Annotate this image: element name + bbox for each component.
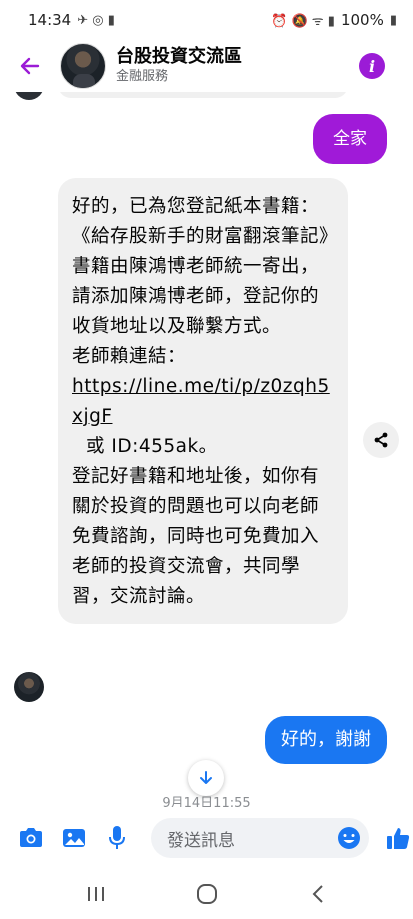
message-input-placeholder: 發送訊息 (167, 830, 235, 851)
system-navigation-bar (0, 868, 413, 919)
message-composer: 發送訊息 (0, 808, 413, 868)
arrow-down-icon (200, 771, 212, 784)
recent-apps-button[interactable] (76, 874, 116, 914)
camera-icon (20, 828, 42, 847)
message-input[interactable]: 發送訊息 (151, 818, 369, 858)
status-bar: 14:34 ✈ ◎ ▮ ⏰ 🔕 ᯤ ▮ 100% ▮ (0, 0, 413, 40)
status-right: ⏰ 🔕 ᯤ ▮ 100% ▮ (271, 11, 397, 29)
message-paragraph: 或 ID:455ak。 (86, 436, 218, 457)
gallery-button[interactable] (59, 823, 89, 853)
battery-level: 100% (340, 11, 384, 29)
like-button[interactable] (383, 823, 413, 853)
share-button[interactable] (363, 422, 399, 458)
message-link[interactable]: https://line.me/ti/p/z0zqh5xjgF (72, 376, 330, 427)
back-arrow-icon (20, 57, 40, 75)
outgoing-message[interactable]: 全家 (313, 114, 387, 164)
message-list[interactable]: 全家 好的，已為您登記紙本書籍：《給存股新手的財富翻滾筆記》 書籍由陳鴻博老師統… (0, 92, 413, 807)
emoji-icon[interactable] (337, 826, 361, 850)
info-icon[interactable]: i (359, 53, 385, 79)
avatar[interactable] (14, 672, 44, 702)
back-button[interactable] (10, 46, 50, 86)
system-back-button[interactable] (298, 874, 338, 914)
avatar (14, 92, 44, 100)
microphone-button[interactable] (102, 823, 132, 853)
home-button[interactable] (187, 874, 227, 914)
notification-icons: ✈ ◎ ▮ (77, 12, 115, 28)
microphone-icon (109, 826, 125, 849)
share-icon (374, 432, 388, 448)
contact-subtitle: 金融服務 (116, 69, 169, 84)
contact-name: 台股投資交流區 (116, 46, 242, 67)
chevron-left-icon (312, 884, 323, 903)
thumbs-up-icon (387, 828, 410, 849)
message-paragraph: 書籍由陳鴻博老師統一寄出，請添加陳鴻博老師，登記你的收貨地址以及聯繫方式。 (72, 256, 320, 337)
chat-header: 台股投資交流區 金融服務 i (0, 40, 413, 92)
message-bubble-partial[interactable] (58, 92, 348, 98)
contact-avatar[interactable] (60, 43, 106, 89)
message-paragraph: 登記好書籍和地址後，如你有關於投資的問題也可以向老師免費諮詢，同時也可免費加入老… (72, 466, 320, 607)
battery-icon: ▮ (389, 12, 397, 28)
status-time: 14:34 (28, 11, 72, 29)
recents-icon (87, 886, 104, 901)
scroll-to-bottom-button[interactable] (188, 760, 224, 796)
contact-info[interactable]: 台股投資交流區 金融服務 (116, 46, 359, 86)
image-icon (63, 829, 85, 847)
camera-button[interactable] (16, 823, 46, 853)
status-left: 14:34 ✈ ◎ ▮ (28, 11, 115, 29)
message-paragraph: 老師賴連結： (72, 346, 187, 367)
incoming-message[interactable]: 好的，已為您登記紙本書籍：《給存股新手的財富翻滾筆記》 書籍由陳鴻博老師統一寄出… (58, 178, 348, 624)
status-icons: ⏰ 🔕 ᯤ ▮ (271, 14, 335, 29)
message-paragraph: 好的，已為您登記紙本書籍：《給存股新手的財富翻滾筆記》 (72, 196, 339, 247)
outgoing-message[interactable]: 好的，謝謝 (265, 716, 387, 764)
home-icon (196, 883, 217, 904)
